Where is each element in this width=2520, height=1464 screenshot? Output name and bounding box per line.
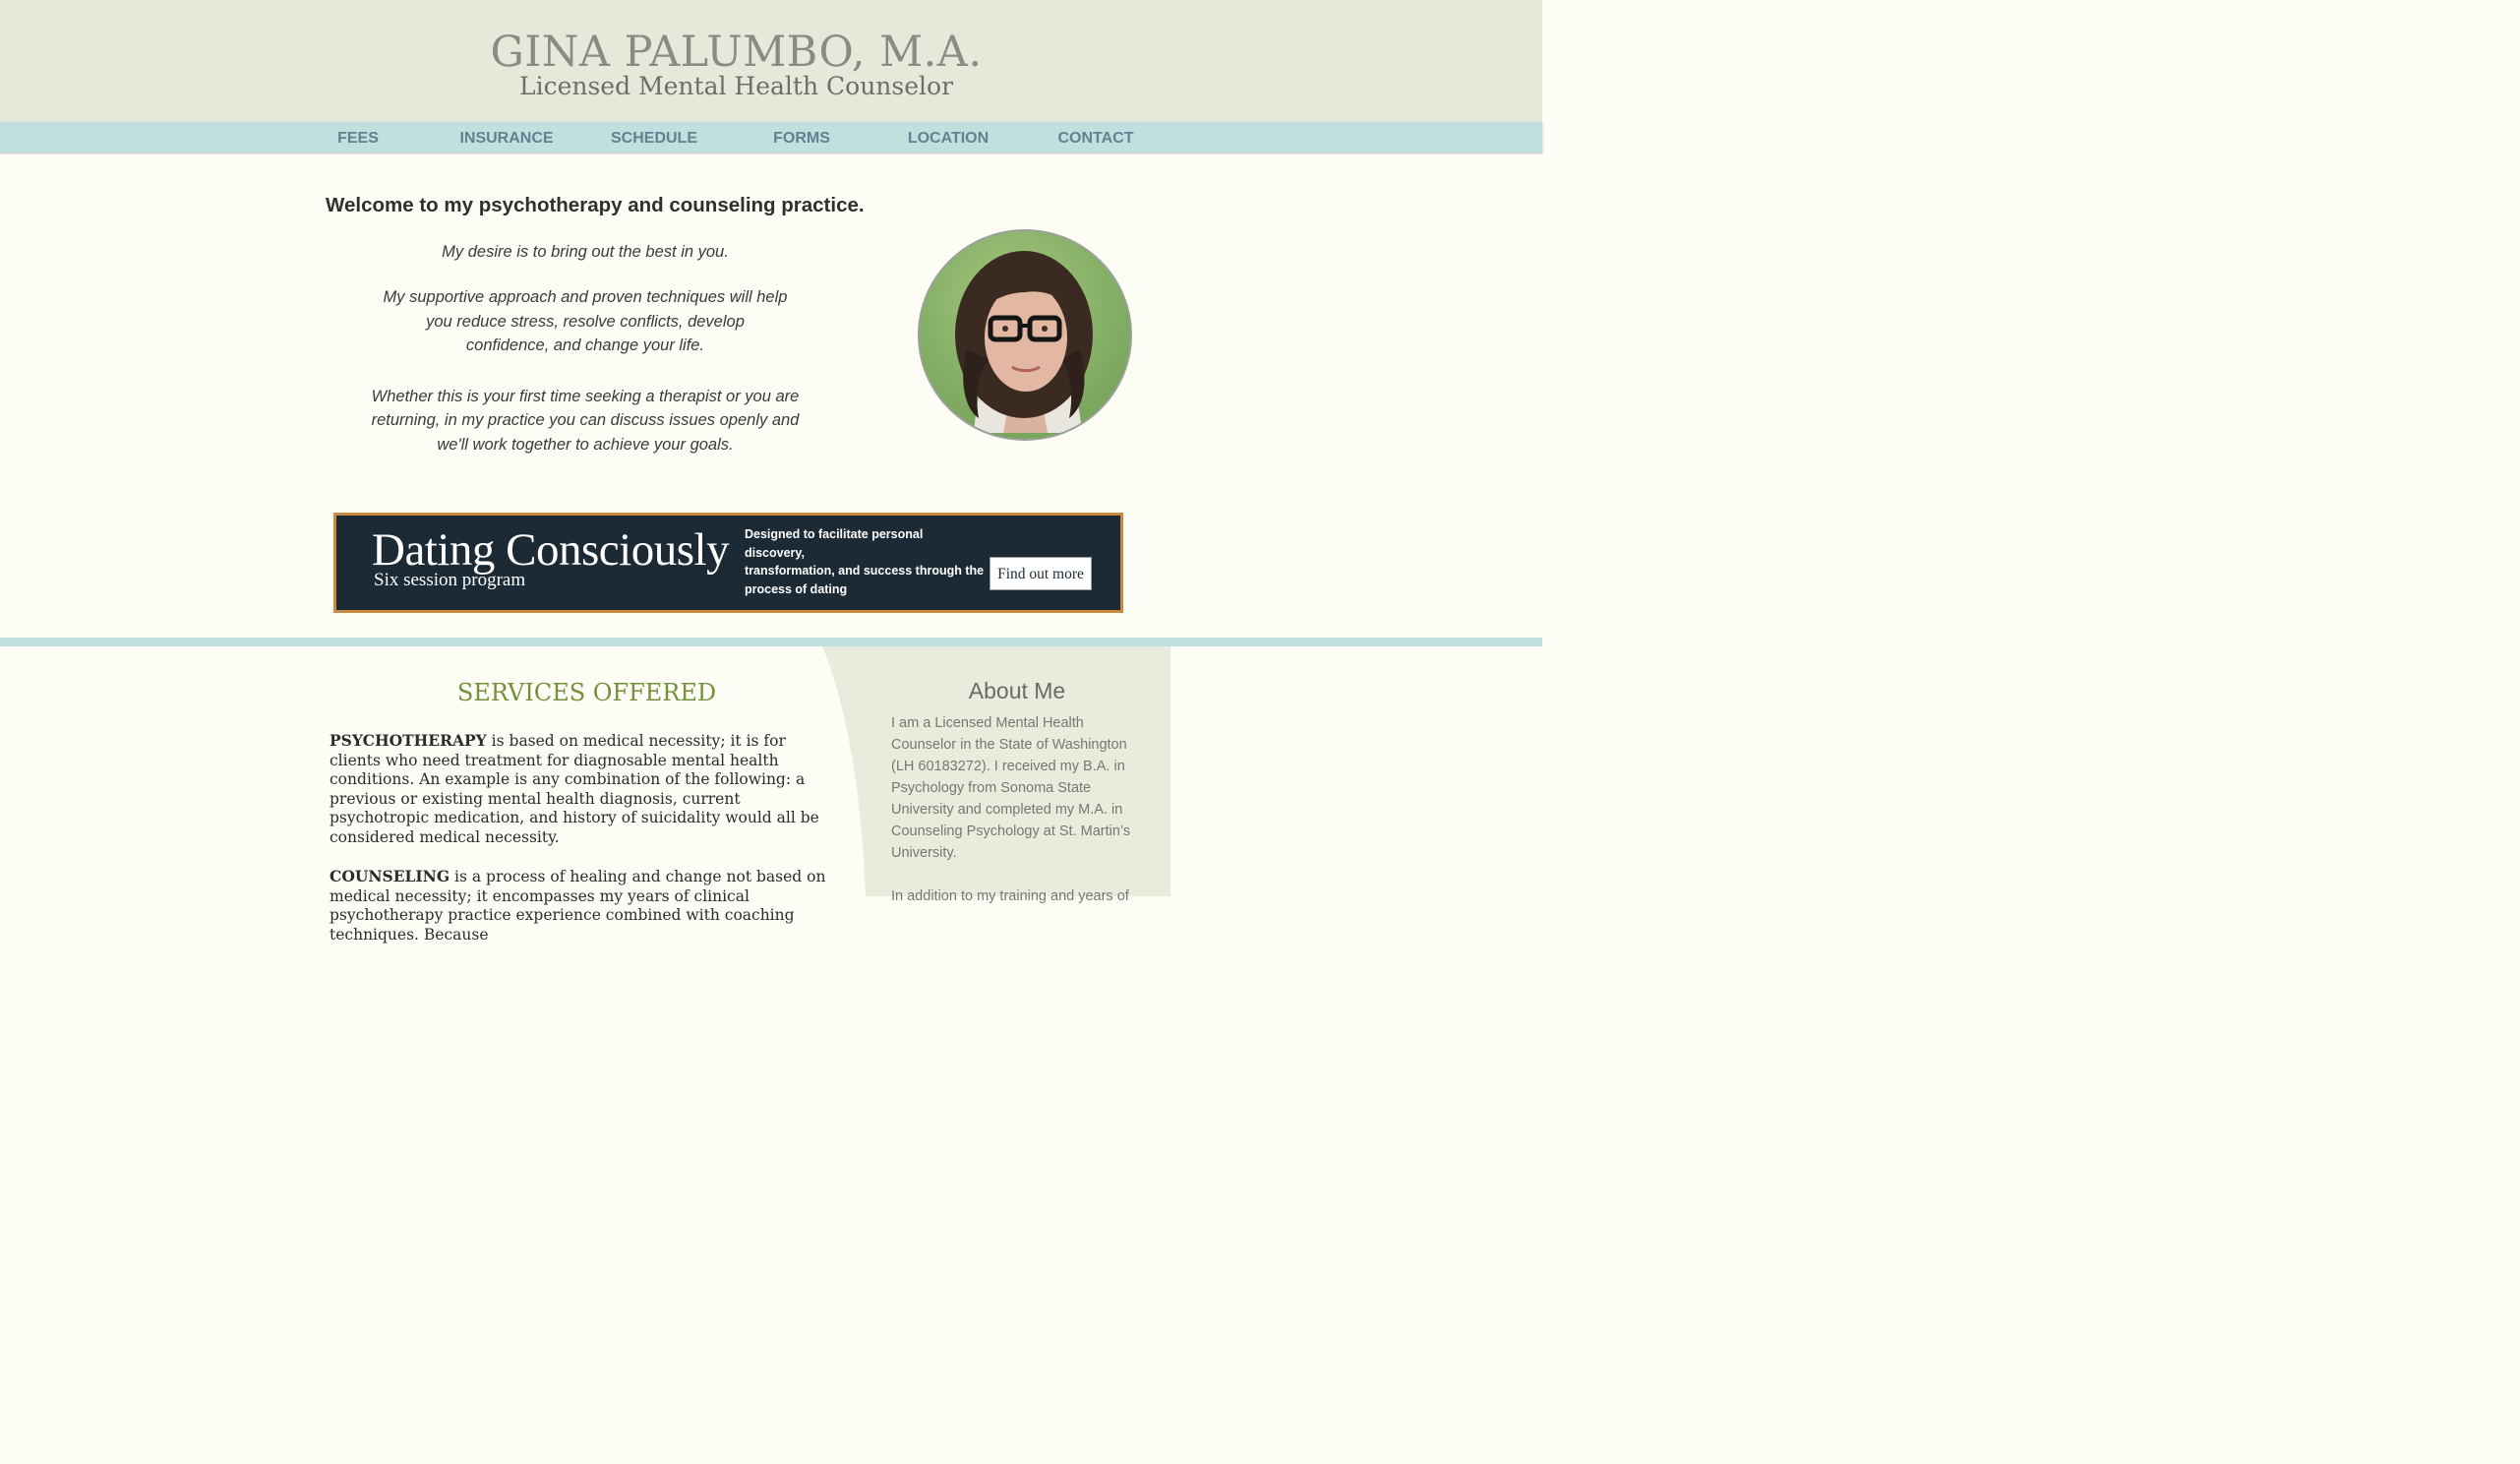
about-title: About Me bbox=[968, 678, 1066, 703]
intro-line: My supportive approach and proven techni… bbox=[383, 288, 788, 306]
counseling-term: COUNSELING bbox=[330, 867, 450, 886]
services-body: PSYCHOTHERAPY is based on medical necess… bbox=[330, 731, 841, 964]
intro-line: returning, in my practice you can discus… bbox=[371, 411, 800, 429]
psychotherapy-paragraph: PSYCHOTHERAPY is based on medical necess… bbox=[330, 731, 841, 848]
dating-consciously-banner[interactable]: Dating Consciously Six session program D… bbox=[333, 513, 1123, 613]
promo-description-line: process of dating bbox=[745, 581, 848, 596]
section-divider bbox=[0, 638, 1542, 646]
services-title: SERVICES OFFERED bbox=[456, 679, 717, 706]
intro-line: we'll work together to achieve your goal… bbox=[437, 436, 734, 454]
counselor-portrait bbox=[918, 229, 1132, 441]
nav-forms[interactable]: FORMS bbox=[728, 122, 875, 152]
site-subtitle: Licensed Mental Health Counselor bbox=[518, 72, 954, 100]
promo-subtitle: Six session program bbox=[374, 570, 526, 590]
promo-description-line: Designed to facilitate personal discover… bbox=[745, 527, 924, 560]
about-paragraph: I am a Licensed Mental Health Counselor … bbox=[891, 715, 1131, 861]
psychotherapy-term: PSYCHOTHERAPY bbox=[330, 731, 487, 750]
intro-line: Whether this is your first time seeking … bbox=[371, 388, 800, 405]
counseling-paragraph: COUNSELING is a process of healing and c… bbox=[330, 867, 841, 945]
find-out-more-button[interactable]: Find out more bbox=[990, 557, 1092, 590]
welcome-heading: Welcome to my psychotherapy and counseli… bbox=[326, 194, 865, 216]
nav-contact[interactable]: CONTACT bbox=[1022, 122, 1170, 152]
nav-fees[interactable]: FEES bbox=[284, 122, 432, 152]
intro-line: you reduce stress, resolve conflicts, de… bbox=[426, 313, 745, 331]
about-body: I am a Licensed Mental Health Counselor … bbox=[891, 712, 1149, 929]
nav-insurance[interactable]: INSURANCE bbox=[433, 122, 580, 152]
about-paragraph: In addition to my training and years of bbox=[891, 888, 1129, 904]
promo-title: Dating Consciously bbox=[372, 524, 730, 576]
main-nav: FEES INSURANCE SCHEDULE FORMS LOCATION C… bbox=[0, 122, 1542, 152]
intro-line: My desire is to bring out the best in yo… bbox=[442, 243, 729, 261]
site-title[interactable]: GINA PALUMBO, M.A. bbox=[0, 28, 1472, 77]
promo-description-line: transformation, and success through the bbox=[745, 564, 985, 578]
intro-line: confidence, and change your life. bbox=[465, 336, 705, 354]
nav-location[interactable]: LOCATION bbox=[874, 122, 1022, 152]
promo-description: Designed to facilitate personal discover… bbox=[745, 525, 986, 598]
nav-schedule[interactable]: SCHEDULE bbox=[580, 122, 728, 152]
site-header: GINA PALUMBO, M.A. Licensed Mental Healt… bbox=[0, 0, 1542, 122]
